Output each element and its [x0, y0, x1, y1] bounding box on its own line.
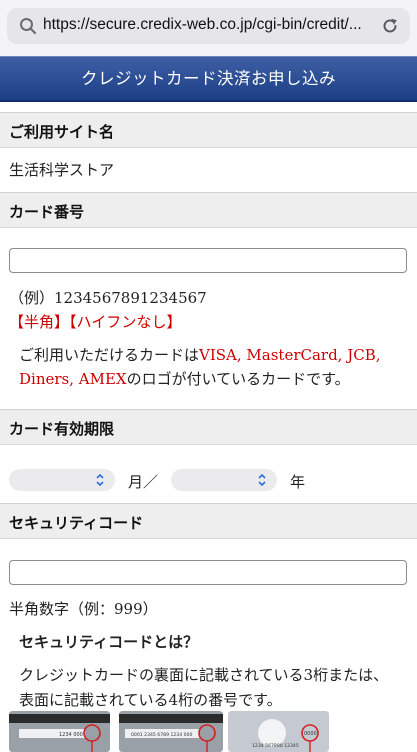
- security-code-hint: 半角数字（例：999）: [9, 600, 158, 618]
- security-code-section-header: セキュリティコード: [0, 503, 417, 539]
- card-back-sample-number-2: 0001 2345 6789 1234 000: [131, 732, 192, 738]
- card-number-example: （例）1234567891234567: [9, 289, 207, 307]
- card-front-sample-number: 1234 567890 12345: [252, 743, 299, 749]
- security-code-desc-line-2: 表面に記載されている4桁の番号です。: [19, 691, 282, 709]
- chevron-updown-icon: [96, 473, 104, 487]
- card-number-format-note: 【半角】【ハイフンなし】: [9, 313, 182, 331]
- card-number-section-header: カード番号: [0, 192, 417, 228]
- reload-icon[interactable]: [380, 16, 400, 36]
- accepted-brands-suffix: のロゴが付いているカードです。: [126, 370, 350, 388]
- security-code-explainer-title: セキュリティコードとは？: [19, 633, 199, 651]
- site-name-heading: ご利用サイト名: [9, 123, 115, 141]
- year-label: 年: [290, 473, 306, 491]
- security-code-heading: セキュリティコード: [9, 514, 144, 532]
- accepted-brands-line-1: ご利用いただけるカードはVISA, MasterCard, JCB,: [19, 344, 381, 365]
- accepted-brands-line-2: Diners, AMEXのロゴが付いているカードです。: [19, 368, 350, 389]
- browser-toolbar: https://secure.credix-web.co.jp/cgi-bin/…: [0, 0, 417, 56]
- expiry-month-select[interactable]: [9, 469, 115, 491]
- expiry-section-header: カード有効期限: [0, 409, 417, 445]
- page-title-bar: クレジットカード決済お申し込み: [0, 56, 417, 102]
- expiry-year-select[interactable]: [171, 469, 277, 491]
- site-name-value: 生活科学ストア: [9, 161, 115, 179]
- card-back-sample-image: 1234 000: [9, 711, 110, 752]
- month-label: 月／: [128, 473, 159, 491]
- card-back-sample-image-2: 0001 2345 6789 1234 000: [119, 711, 223, 752]
- site-name-section-header: ご利用サイト名: [0, 112, 417, 148]
- url-text[interactable]: https://secure.credix-web.co.jp/cgi-bin/…: [43, 16, 373, 34]
- card-back-sample-number: 1234 000: [59, 732, 83, 738]
- chevron-updown-icon: [258, 473, 266, 487]
- card-number-heading: カード番号: [9, 203, 85, 221]
- security-code-desc-line-1: クレジットカードの裏面に記載されている3桁または、: [19, 666, 389, 684]
- accepted-brands-list-2: Diners, AMEX: [19, 370, 127, 388]
- search-icon: [20, 18, 37, 35]
- expiry-heading: カード有効期限: [9, 420, 115, 438]
- accepted-brands-list-1: VISA, MasterCard, JCB,: [199, 346, 381, 364]
- card-front-sample-code: 0000: [304, 731, 317, 737]
- card-number-input[interactable]: [9, 248, 407, 273]
- card-front-sample-image: 1234 567890 12345 0000: [228, 711, 329, 752]
- address-bar[interactable]: https://secure.credix-web.co.jp/cgi-bin/…: [7, 8, 410, 44]
- accepted-brands-prefix: ご利用いただけるカードは: [19, 346, 200, 364]
- page-title: クレジットカード決済お申し込み: [81, 69, 336, 88]
- security-code-input[interactable]: [9, 560, 407, 585]
